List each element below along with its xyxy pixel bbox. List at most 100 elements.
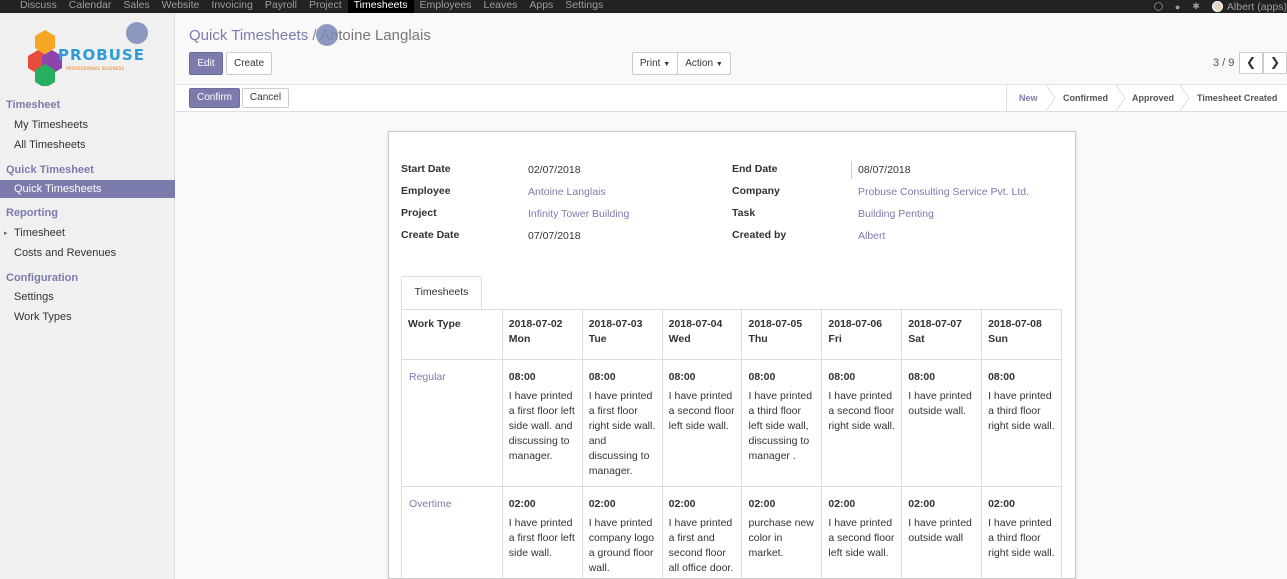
menu-leaves[interactable]: Leaves: [478, 0, 524, 13]
day-header: 2018-07-03 Tue: [581, 309, 663, 360]
divider: [176, 111, 1287, 112]
timesheet-cell[interactable]: 08:00 I have printed a third floor left s…: [741, 359, 823, 487]
print-label: Print: [639, 58, 661, 69]
section-quick-timesheet: Quick Timesheet: [6, 164, 94, 176]
top-navbar: Discuss Calendar Sales Website Invoicing…: [0, 0, 1287, 13]
menu-discuss[interactable]: Discuss: [14, 0, 63, 13]
stage-confirmed[interactable]: Confirmed: [1063, 85, 1108, 111]
timesheet-cell[interactable]: 08:00 I have printed a first floor right …: [581, 359, 663, 487]
click-marker: [126, 22, 148, 44]
pager-previous-button[interactable]: ❮: [1239, 52, 1263, 74]
user-menu[interactable]: Albert (apps): [1211, 0, 1287, 13]
topbar-right: ● ✱ Albert (apps): [1153, 0, 1287, 13]
stage-arrow: [1046, 85, 1056, 111]
clock-icon[interactable]: [1153, 2, 1163, 11]
timesheet-cell[interactable]: 02:00 I have printed a second floor left …: [821, 486, 903, 579]
sidebar-item-work-types[interactable]: Work Types: [14, 311, 72, 323]
menu-timesheets[interactable]: Timesheets: [347, 0, 414, 13]
sidebar-item-timesheet-report[interactable]: Timesheet: [14, 227, 65, 239]
timesheet-cell[interactable]: 02:00 I have printed company logo a groun…: [581, 486, 663, 579]
breadcrumb-parent[interactable]: Quick Timesheets: [189, 27, 308, 44]
employee-link[interactable]: Antoine Langlais: [528, 186, 606, 198]
bug-icon[interactable]: ✱: [1192, 1, 1200, 12]
timesheet-cell[interactable]: 02:00 I have printed a first and second f…: [661, 486, 743, 579]
project-link[interactable]: Infinity Tower Building: [528, 208, 629, 220]
table-row: Overtime 02:00 I have printed a first flo…: [401, 486, 1062, 579]
menu-sales[interactable]: Sales: [117, 0, 155, 13]
section-configuration: Configuration: [6, 272, 79, 284]
edit-button[interactable]: Edit: [189, 52, 223, 75]
stage-new[interactable]: New: [1019, 85, 1038, 111]
project-label: Project: [401, 207, 437, 219]
sidebar-item-quick-timesheets[interactable]: Quick Timesheets: [0, 180, 175, 198]
work-type-overtime[interactable]: Overtime: [401, 486, 503, 579]
chat-icon[interactable]: ●: [1175, 2, 1180, 12]
timesheet-cell[interactable]: 08:00 I have printed a third floor right …: [981, 359, 1062, 487]
logo-text: PROBUSE: [58, 46, 145, 64]
chevron-left-icon: ❮: [1245, 55, 1257, 69]
company-label: Company: [732, 185, 780, 197]
menu-calendar[interactable]: Calendar: [63, 0, 118, 13]
section-reporting: Reporting: [6, 207, 58, 219]
menu-employees[interactable]: Employees: [414, 0, 478, 13]
timesheet-cell[interactable]: 02:00 purchase new color in market.: [741, 486, 823, 579]
menu-settings[interactable]: Settings: [559, 0, 609, 13]
caret-right-icon: ▸: [4, 229, 8, 237]
stage-approved[interactable]: Approved: [1132, 85, 1174, 111]
end-date-divider: [851, 161, 852, 179]
print-dropdown[interactable]: Print ▼: [632, 52, 678, 75]
created-by-link[interactable]: Albert: [858, 230, 885, 242]
app-menu: Discuss Calendar Sales Website Invoicing…: [14, 0, 609, 13]
work-type-header: Work Type: [401, 309, 503, 360]
click-marker: [316, 24, 338, 46]
timesheet-cell[interactable]: 08:00 I have printed a first floor left s…: [501, 359, 583, 487]
chevron-right-icon: ❯: [1269, 55, 1281, 69]
action-dropdown[interactable]: Action ▼: [677, 52, 731, 75]
menu-payroll[interactable]: Payroll: [259, 0, 303, 13]
caret-down-icon: ▼: [663, 61, 671, 68]
stage-timesheet-created[interactable]: Timesheet Created: [1197, 85, 1277, 111]
logo-subtext: PROFESSIONAL BUSINESS: [66, 66, 124, 72]
task-link[interactable]: Building Penting: [858, 208, 934, 220]
stage-arrow: [1116, 85, 1126, 111]
menu-project[interactable]: Project: [303, 0, 348, 13]
pager-next-button[interactable]: ❯: [1263, 52, 1287, 74]
sidebar: PROBUSE PROFESSIONAL BUSINESS Timesheet …: [0, 13, 175, 579]
menu-website[interactable]: Website: [156, 0, 206, 13]
start-date-value: 02/07/2018: [528, 164, 581, 176]
day-header: 2018-07-06 Fri: [821, 309, 903, 360]
timesheet-cell[interactable]: 02:00 I have printed outside wall: [901, 486, 983, 579]
breadcrumb: Quick Timesheets / Antoine Langlais: [189, 27, 431, 44]
sidebar-item-settings[interactable]: Settings: [14, 291, 54, 303]
stage-arrow: [1180, 85, 1190, 111]
cancel-button[interactable]: Cancel: [242, 88, 289, 108]
day-header: 2018-07-08 Sun: [981, 309, 1062, 360]
menu-apps[interactable]: Apps: [523, 0, 559, 13]
day-header: 2018-07-07 Sat: [901, 309, 983, 360]
create-button[interactable]: Create: [226, 52, 272, 75]
task-label: Task: [732, 207, 756, 219]
avatar: [1211, 1, 1223, 13]
user-name: Albert (apps): [1226, 0, 1287, 13]
caret-down-icon: ▼: [715, 61, 723, 68]
timesheet-cell[interactable]: 08:00 I have printed outside wall.: [901, 359, 983, 487]
confirm-button[interactable]: Confirm: [189, 88, 240, 108]
company-link[interactable]: Probuse Consulting Service Pvt. Ltd.: [858, 186, 1029, 198]
timesheet-cell[interactable]: 08:00 I have printed a second floor right…: [821, 359, 903, 487]
menu-invoicing[interactable]: Invoicing: [205, 0, 258, 13]
timesheet-cell[interactable]: 02:00 I have printed a third floor right …: [981, 486, 1062, 579]
timesheet-grid: Work Type 2018-07-02 Mon 2018-07-03 Tue 20…: [401, 309, 1062, 579]
work-type-regular[interactable]: Regular: [401, 359, 503, 487]
day-header: 2018-07-02 Mon: [501, 309, 583, 360]
tab-timesheets[interactable]: Timesheets: [401, 276, 482, 310]
grid-header-row: Work Type 2018-07-02 Mon 2018-07-03 Tue 20…: [401, 309, 1062, 360]
sidebar-item-my-timesheets[interactable]: My Timesheets: [14, 119, 88, 131]
timesheet-cell[interactable]: 02:00 I have printed a first floor left s…: [501, 486, 583, 579]
day-header: 2018-07-05 Thu: [741, 309, 823, 360]
create-date-label: Create Date: [401, 229, 460, 241]
sidebar-item-all-timesheets[interactable]: All Timesheets: [14, 139, 86, 151]
pager-value: 3 / 9: [1213, 57, 1235, 69]
sidebar-item-costs-revenues[interactable]: Costs and Revenues: [14, 247, 116, 259]
timesheet-cell[interactable]: 08:00 I have printed a second floor left …: [661, 359, 743, 487]
end-date-label: End Date: [732, 163, 778, 175]
